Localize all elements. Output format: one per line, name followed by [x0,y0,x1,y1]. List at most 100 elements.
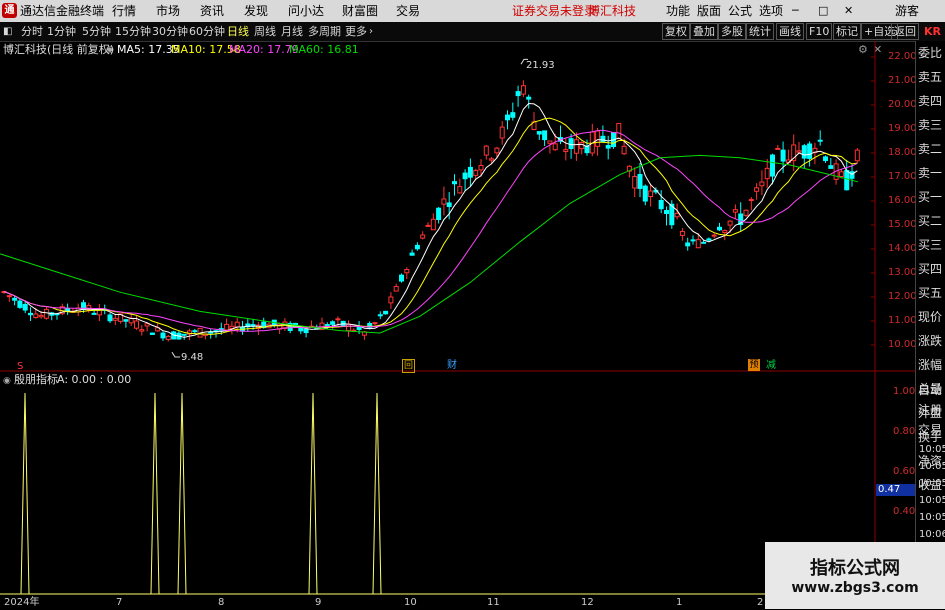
candle-body [727,220,733,226]
quote-field-label: 买三 [918,238,943,252]
period-30min[interactable]: 30分钟 [152,24,188,39]
tongji-button[interactable]: 统计 [746,23,774,40]
candle-body [717,226,722,231]
tick-time: 10:05 [919,512,945,523]
candle-body [6,295,12,298]
candle-body [65,307,71,312]
candle-body [701,241,707,244]
indicator-current-value: 0.47 [876,484,917,496]
menu-zixun[interactable]: 资讯 [200,3,224,19]
menu-caifuquan[interactable]: 财富圈 [342,3,378,19]
candle-body [759,181,765,187]
candle-body [181,333,187,336]
candle-body [144,323,150,327]
duogu-button[interactable]: 多股 [718,23,746,40]
candle-body [28,312,33,316]
candle-body [595,130,601,147]
period-fenshi[interactable]: 分时 [21,24,43,39]
candle-body [393,286,399,292]
indicator-value: A: 0.00 : 0.00 [57,373,132,386]
huaxian-button[interactable]: 画线 [776,23,804,40]
candle-body [748,199,754,202]
minimize-icon[interactable]: ─ [792,3,799,19]
indicator-toggle-icon[interactable]: ◉ [3,374,11,388]
marker-hui[interactable]: 回 [402,359,415,373]
quote-field-label[interactable]: 自动 [918,383,942,398]
menu-shichang[interactable]: 市场 [156,3,180,19]
xlabel-10: 10 [404,597,417,608]
price-axis-label: 19.00 [888,123,917,134]
kline-chart[interactable] [0,41,915,609]
menu-banmian[interactable]: 版面 [697,3,721,19]
candle-body [685,242,691,247]
period-15min[interactable]: 15分钟 [115,24,151,39]
period-multi[interactable]: 多周期 [308,24,341,39]
candle-body [605,144,611,149]
marker-cai[interactable]: 财 [447,359,457,373]
maximize-icon[interactable]: □ [818,3,828,19]
menu-hangqing[interactable]: 行情 [112,3,136,19]
quote-field-label: 买四 [918,262,943,276]
period-60min[interactable]: 60分钟 [189,24,225,39]
candle-body [542,130,548,141]
menu-gongneng[interactable]: 功能 [666,3,690,19]
candle-body [420,234,426,239]
candle-body [817,139,823,142]
quote-field-label: 委比 [918,46,943,60]
marker-s[interactable]: S [17,360,23,374]
ind-ylabel-1: 1.00 [893,386,916,397]
candle-body [854,149,860,162]
tick-time: 10:05 [919,495,945,506]
period-5min[interactable]: 5分钟 [82,24,111,39]
quote-field-label: 买二 [918,214,943,228]
ma5-line [3,102,858,338]
back-button[interactable]: 返回 [891,23,919,40]
period-daily[interactable]: 日线 [227,24,249,39]
quote-field-label[interactable]: 注册 [918,403,942,418]
candle-body [743,209,749,216]
candle-body [192,330,198,333]
chevron-right-icon[interactable]: › [369,24,373,39]
candle-body [483,145,489,156]
menu-wenxiaoda[interactable]: 问小达 [288,3,324,19]
quote-field-label: 买五 [918,286,943,300]
period-monthly[interactable]: 月线 [281,24,303,39]
candle-body [128,317,134,324]
close-icon[interactable]: ✕ [844,3,853,19]
tick-time: 10:05 [919,478,945,489]
guest-button[interactable]: 游客 [895,3,919,19]
menu-faxian[interactable]: 发现 [244,3,268,19]
period-more[interactable]: 更多 [345,24,367,39]
diejia-button[interactable]: 叠加 [690,23,718,40]
quote-field-label: 卖四 [918,94,943,108]
menu-xuanxiang[interactable]: 选项 [759,3,783,19]
panel-toggle-icon[interactable]: ◧ [3,24,12,39]
biaoji-button[interactable]: 标记 [833,23,861,40]
period-weekly[interactable]: 周线 [254,24,276,39]
candle-body [377,314,383,317]
ind-ylabel-4: 0.40 [893,506,916,517]
login-warning[interactable]: 证券交易未登录 [512,3,596,19]
f10-button[interactable]: F10 [806,23,833,40]
candle-body [515,91,521,97]
menu-jiaoyi[interactable]: 交易 [396,3,420,19]
candle-body [478,165,484,171]
marker-jian[interactable]: 减 [766,359,776,373]
period-1min[interactable]: 1分钟 [47,24,76,39]
tick-time: 10:06 [919,529,945,540]
candle-body [838,171,844,177]
candle-body [823,156,828,162]
candle-body [33,313,39,318]
quote-field-label[interactable]: 交易 [918,423,942,438]
price-axis-label: 12.00 [888,291,917,302]
candle-body [425,224,431,227]
marker-yu[interactable]: 预 [748,359,760,371]
candle-body [409,252,415,256]
candle-body [372,322,378,325]
indicator-name: 殷朋指标 [14,373,58,386]
menu-gongshi[interactable]: 公式 [728,3,752,19]
fuquan-button[interactable]: 复权 [662,23,690,40]
candle-body [250,324,256,327]
price-axis-label: 21.00 [888,75,917,86]
candle-body [722,230,728,234]
